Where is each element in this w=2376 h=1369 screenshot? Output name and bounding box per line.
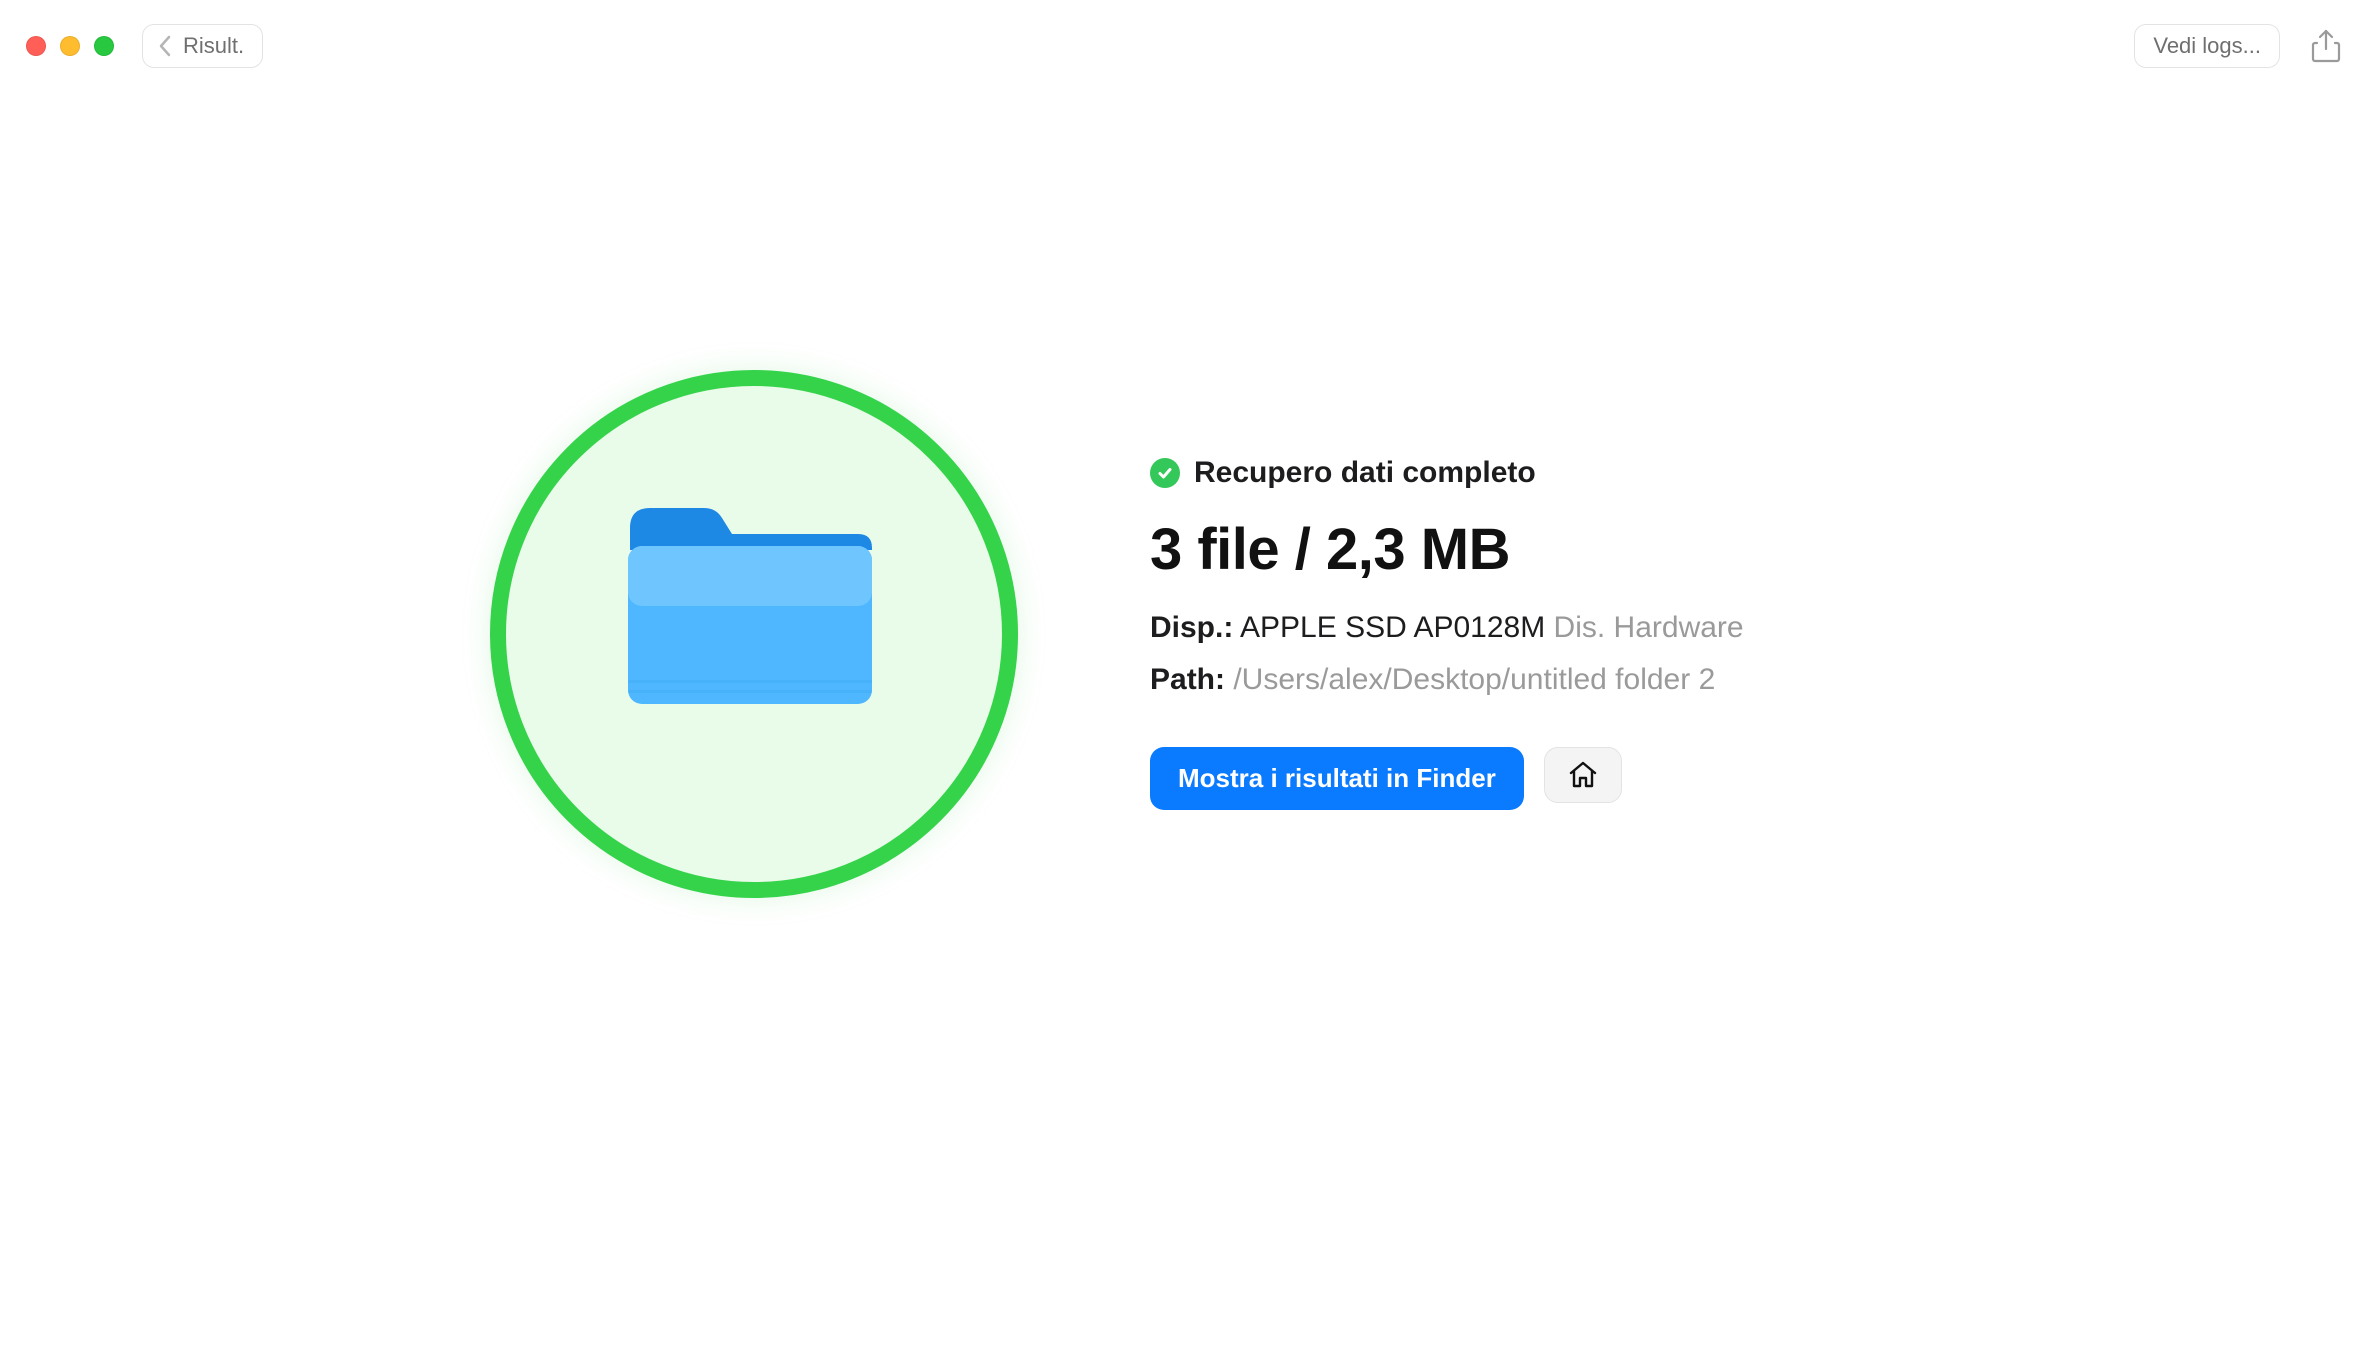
- checkmark-icon: [1150, 458, 1180, 488]
- traffic-lights: [26, 36, 114, 56]
- share-button[interactable]: [2302, 22, 2350, 70]
- back-button[interactable]: Risult.: [142, 24, 263, 68]
- back-button-label: Risult.: [183, 33, 244, 59]
- titlebar: Risult. Vedi logs...: [0, 0, 2376, 72]
- device-value: APPLE SSD AP0128M: [1240, 611, 1545, 644]
- result-headline: 3 file / 2,3 MB: [1150, 516, 1744, 583]
- share-icon: [2311, 29, 2341, 63]
- device-label: Disp.:: [1150, 611, 1233, 644]
- path-value: /Users/alex/Desktop/untitled folder 2: [1233, 663, 1715, 696]
- home-button[interactable]: [1544, 747, 1622, 803]
- view-logs-button[interactable]: Vedi logs...: [2134, 24, 2280, 68]
- view-logs-label: Vedi logs...: [2153, 33, 2261, 58]
- zoom-window-button[interactable]: [94, 36, 114, 56]
- status-line: Recupero dati completo: [1150, 456, 1744, 490]
- close-window-button[interactable]: [26, 36, 46, 56]
- device-row: Disp.: APPLE SSD AP0128M Dis. Hardware: [1150, 611, 1744, 645]
- result-actions: Mostra i risultati in Finder: [1150, 747, 1744, 810]
- home-icon: [1567, 759, 1599, 791]
- device-suffix: Dis. Hardware: [1554, 611, 1744, 644]
- show-in-finder-button[interactable]: Mostra i risultati in Finder: [1150, 747, 1524, 810]
- chevron-left-icon: [157, 34, 173, 58]
- left-controls: Risult.: [26, 24, 263, 68]
- headline-sep: /: [1295, 517, 1326, 582]
- status-title: Recupero dati completo: [1194, 456, 1536, 490]
- minimize-window-button[interactable]: [60, 36, 80, 56]
- path-label: Path:: [1150, 663, 1225, 696]
- path-row: Path: /Users/alex/Desktop/untitled folde…: [1150, 663, 1744, 697]
- file-size: 2,3 MB: [1326, 517, 1510, 582]
- show-in-finder-label: Mostra i risultati in Finder: [1178, 763, 1496, 793]
- folder-icon: [620, 490, 880, 725]
- file-count: 3 file: [1150, 517, 1279, 582]
- result-info: Recupero dati completo 3 file / 2,3 MB D…: [1150, 456, 1744, 810]
- right-controls: Vedi logs...: [2134, 22, 2350, 70]
